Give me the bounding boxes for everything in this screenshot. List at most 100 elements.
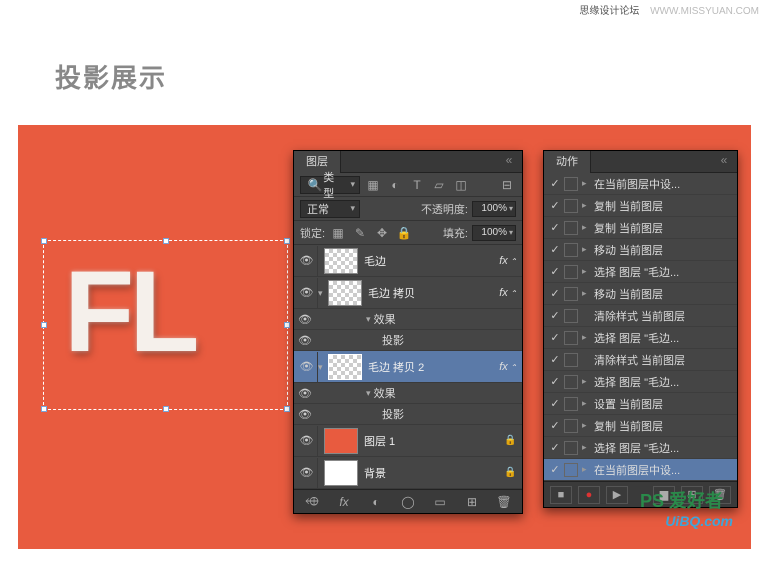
fx-icon[interactable]: fx [335,493,353,511]
filter-toggle[interactable]: ⊟ [498,176,516,194]
filter-shape-icon[interactable]: ▱ [430,176,448,194]
expand-icon[interactable] [318,287,328,299]
handle-mr[interactable] [284,322,290,328]
check-icon[interactable]: ✓ [546,287,564,300]
visibility-icon[interactable] [296,426,318,456]
toggle-box[interactable] [564,309,578,323]
layer-name[interactable]: 背景 [364,465,504,481]
filter-adjust-icon[interactable]: ◐ [386,176,404,194]
lock-paint-icon[interactable]: ✎ [351,224,369,242]
action-row[interactable]: ✓▸在当前图层中设... [544,459,737,481]
layer-name[interactable]: 图层 1 [364,433,504,449]
layer-thumb[interactable] [324,460,358,486]
expand-icon[interactable]: ▸ [582,266,594,277]
chevron-icon[interactable] [366,387,371,399]
check-icon[interactable]: ✓ [546,309,564,322]
play-button[interactable]: ▶ [606,486,628,504]
collapse-icon[interactable]: « [500,151,518,169]
layer-thumb[interactable] [324,248,358,274]
handle-ml[interactable] [41,322,47,328]
fill-input[interactable]: 100% [472,225,516,241]
action-row[interactable]: ✓▸移动 当前图层 [544,283,737,305]
layer-name[interactable]: 毛边 [364,253,494,269]
action-row[interactable]: ✓▸复制 当前图层 [544,415,737,437]
layer-row[interactable]: 图层 1 🔒 [294,425,522,457]
layer-thumb[interactable] [324,428,358,454]
expand-icon[interactable]: ▸ [582,398,594,409]
expand-icon[interactable]: ▸ [582,200,594,211]
expand-icon[interactable]: ▸ [582,332,594,343]
handle-tm[interactable] [163,238,169,244]
trash-icon[interactable]: 🗑 [495,493,513,511]
layer-row[interactable]: 背景 🔒 [294,457,522,489]
check-icon[interactable]: ✓ [546,199,564,212]
expand-icon[interactable]: ▸ [582,178,594,189]
expand-icon[interactable]: ▸ [582,464,594,475]
record-button[interactable]: ● [578,486,600,504]
check-icon[interactable]: ✓ [546,221,564,234]
layer-thumb[interactable] [328,280,362,306]
toggle-box[interactable] [564,441,578,455]
expand-icon[interactable]: ▸ [582,244,594,255]
toggle-box[interactable] [564,419,578,433]
visibility-icon[interactable] [296,278,318,308]
expand-icon[interactable]: ▸ [582,222,594,233]
expand-icon[interactable]: ▸ [582,288,594,299]
lock-move-icon[interactable]: ✥ [373,224,391,242]
check-icon[interactable]: ✓ [546,441,564,454]
visibility-icon[interactable] [296,458,318,488]
action-row[interactable]: ✓清除样式 当前图层 [544,305,737,327]
lock-trans-icon[interactable]: ▦ [329,224,347,242]
action-row[interactable]: ✓▸选择 图层 "毛边... [544,371,737,393]
layer-thumb[interactable] [328,354,362,380]
handle-bm[interactable] [163,406,169,412]
action-row[interactable]: ✓▸设置 当前图层 [544,393,737,415]
lock-icon[interactable]: 🔒 [504,467,522,478]
action-row[interactable]: ✓▸选择 图层 "毛边... [544,327,737,349]
check-icon[interactable]: ✓ [546,331,564,344]
handle-bl[interactable] [41,406,47,412]
toggle-box[interactable] [564,221,578,235]
stop-button[interactable]: ■ [550,486,572,504]
check-icon[interactable]: ✓ [546,353,564,366]
action-row[interactable]: ✓▸复制 当前图层 [544,195,737,217]
layer-row[interactable]: 毛边 fx [294,245,522,277]
layer-row[interactable]: 毛边 拷贝 fx [294,277,522,309]
toggle-box[interactable] [564,243,578,257]
collapse-icon[interactable]: « [715,151,733,169]
toggle-box[interactable] [564,287,578,301]
expand-icon[interactable]: ▸ [582,376,594,387]
layer-name[interactable]: 毛边 拷贝 [368,285,494,301]
check-icon[interactable]: ✓ [546,177,564,190]
layer-row[interactable]: 毛边 拷贝 2 fx [294,351,522,383]
visibility-icon[interactable] [294,330,316,350]
opacity-input[interactable]: 100% [472,201,516,217]
toggle-box[interactable] [564,331,578,345]
effect-row[interactable]: 投影 [294,404,522,425]
toggle-box[interactable] [564,375,578,389]
link-icon[interactable]: ⬲ [303,493,321,511]
action-row[interactable]: ✓▸选择 图层 "毛边... [544,437,737,459]
fx-badge[interactable]: fx [494,361,522,373]
toggle-box[interactable] [564,463,578,477]
effect-row[interactable]: 效果 [294,309,522,330]
filter-type-icon[interactable]: T [408,176,426,194]
filter-image-icon[interactable]: ▦ [364,176,382,194]
visibility-icon[interactable] [294,309,316,329]
handle-tr[interactable] [284,238,290,244]
check-icon[interactable]: ✓ [546,463,564,476]
action-row[interactable]: ✓▸复制 当前图层 [544,217,737,239]
group-icon[interactable]: ▭ [431,493,449,511]
chevron-icon[interactable] [366,313,371,325]
expand-icon[interactable]: ▸ [582,442,594,453]
expand-icon[interactable] [318,361,328,373]
handle-br[interactable] [284,406,290,412]
blend-mode-select[interactable]: 正常 [300,200,360,218]
action-row[interactable]: ✓▸移动 当前图层 [544,239,737,261]
action-row[interactable]: ✓▸在当前图层中设... [544,173,737,195]
visibility-icon[interactable] [294,383,316,403]
toggle-box[interactable] [564,199,578,213]
fx-badge[interactable]: fx [494,255,522,267]
visibility-icon[interactable] [294,404,316,424]
new-layer-icon[interactable]: ⊞ [463,493,481,511]
